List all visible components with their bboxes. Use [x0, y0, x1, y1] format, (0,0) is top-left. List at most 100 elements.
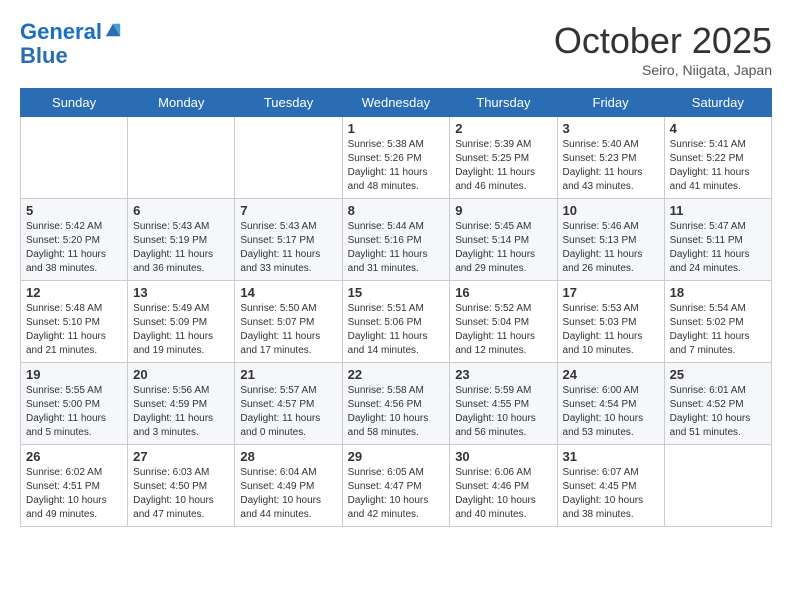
calendar-cell	[664, 445, 771, 527]
day-number: 23	[455, 367, 551, 382]
day-info: Sunrise: 5:38 AM Sunset: 5:26 PM Dayligh…	[348, 138, 445, 194]
calendar-cell: 17Sunrise: 5:53 AM Sunset: 5:03 PM Dayli…	[557, 281, 664, 363]
day-info: Sunrise: 5:55 AM Sunset: 5:00 PM Dayligh…	[26, 384, 122, 440]
calendar-cell: 29 Sunrise: 6:05 AM Sunset: 4:47 PM Dayli…	[342, 445, 450, 527]
day-info: Sunrise: 5:59 AM Sunset: 4:55 PM Dayligh…	[455, 384, 551, 440]
day-number: 25	[670, 367, 766, 382]
day-number: 13	[133, 285, 229, 300]
calendar-cell: 3 Sunrise: 5:40 AM Sunset: 5:23 PM Daylig…	[557, 117, 664, 199]
calendar-cell: 27Sunrise: 6:03 AM Sunset: 4:50 PM Dayli…	[128, 445, 235, 527]
calendar-cell: 16 Sunrise: 5:52 AM Sunset: 5:04 PM Dayli…	[450, 281, 557, 363]
calendar-cell: 28Sunrise: 6:04 AM Sunset: 4:49 PM Dayli…	[235, 445, 342, 527]
weekday-header-saturday: Saturday	[664, 89, 771, 117]
logo: General Blue	[20, 20, 122, 68]
day-info: Sunrise: 5:46 AM Sunset: 5:13 PM Dayligh…	[563, 220, 659, 276]
weekday-header-thursday: Thursday	[450, 89, 557, 117]
day-info: Sunrise: 5:42 AM Sunset: 5:20 PM Dayligh…	[26, 220, 122, 276]
calendar-cell: 13 Sunrise: 5:49 AM Sunset: 5:09 PM Dayli…	[128, 281, 235, 363]
calendar-cell: 23 Sunrise: 5:59 AM Sunset: 4:55 PM Dayli…	[450, 363, 557, 445]
day-number: 11	[670, 203, 766, 218]
calendar-cell: 30 Sunrise: 6:06 AM Sunset: 4:46 PM Dayli…	[450, 445, 557, 527]
day-number: 28	[240, 449, 336, 464]
week-row-5: 26 Sunrise: 6:02 AM Sunset: 4:51 PM Dayli…	[21, 445, 772, 527]
location-subtitle: Seiro, Niigata, Japan	[554, 62, 772, 78]
day-info: Sunrise: 5:44 AM Sunset: 5:16 PM Dayligh…	[348, 220, 445, 276]
calendar-cell: 25 Sunrise: 6:01 AM Sunset: 4:52 PM Dayli…	[664, 363, 771, 445]
calendar-cell: 18 Sunrise: 5:54 AM Sunset: 5:02 PM Dayli…	[664, 281, 771, 363]
day-number: 24	[563, 367, 659, 382]
day-number: 16	[455, 285, 551, 300]
day-info: Sunrise: 6:01 AM Sunset: 4:52 PM Dayligh…	[670, 384, 766, 440]
day-info: Sunrise: 5:45 AM Sunset: 5:14 PM Dayligh…	[455, 220, 551, 276]
title-block: October 2025 Seiro, Niigata, Japan	[554, 20, 772, 78]
day-info: Sunrise: 5:39 AM Sunset: 5:25 PM Dayligh…	[455, 138, 551, 194]
logo-blue: Blue	[20, 44, 68, 68]
month-title: October 2025	[554, 20, 772, 62]
calendar-cell: 8Sunrise: 5:44 AM Sunset: 5:16 PM Daylig…	[342, 199, 450, 281]
day-number: 4	[670, 121, 766, 136]
day-info: Sunrise: 6:03 AM Sunset: 4:50 PM Dayligh…	[133, 466, 229, 522]
calendar-cell: 11 Sunrise: 5:47 AM Sunset: 5:11 PM Dayli…	[664, 199, 771, 281]
day-info: Sunrise: 5:43 AM Sunset: 5:19 PM Dayligh…	[133, 220, 229, 276]
weekday-header-sunday: Sunday	[21, 89, 128, 117]
calendar-cell: 26 Sunrise: 6:02 AM Sunset: 4:51 PM Dayli…	[21, 445, 128, 527]
calendar-cell	[21, 117, 128, 199]
day-number: 30	[455, 449, 551, 464]
day-number: 31	[563, 449, 659, 464]
day-number: 22	[348, 367, 445, 382]
calendar-cell: 10 Sunrise: 5:46 AM Sunset: 5:13 PM Dayli…	[557, 199, 664, 281]
day-number: 10	[563, 203, 659, 218]
day-info: Sunrise: 6:02 AM Sunset: 4:51 PM Dayligh…	[26, 466, 122, 522]
day-number: 29	[348, 449, 445, 464]
day-number: 1	[348, 121, 445, 136]
day-info: Sunrise: 6:05 AM Sunset: 4:47 PM Dayligh…	[348, 466, 445, 522]
day-info: Sunrise: 5:54 AM Sunset: 5:02 PM Dayligh…	[670, 302, 766, 358]
day-number: 19	[26, 367, 122, 382]
day-info: Sunrise: 6:06 AM Sunset: 4:46 PM Dayligh…	[455, 466, 551, 522]
calendar-cell	[128, 117, 235, 199]
day-info: Sunrise: 5:49 AM Sunset: 5:09 PM Dayligh…	[133, 302, 229, 358]
day-info: Sunrise: 6:00 AM Sunset: 4:54 PM Dayligh…	[563, 384, 659, 440]
calendar-cell: 19 Sunrise: 5:55 AM Sunset: 5:00 PM Dayli…	[21, 363, 128, 445]
day-info: Sunrise: 5:47 AM Sunset: 5:11 PM Dayligh…	[670, 220, 766, 276]
week-row-3: 12Sunrise: 5:48 AM Sunset: 5:10 PM Dayli…	[21, 281, 772, 363]
day-number: 18	[670, 285, 766, 300]
calendar-cell: 21Sunrise: 5:57 AM Sunset: 4:57 PM Dayli…	[235, 363, 342, 445]
day-number: 7	[240, 203, 336, 218]
week-row-1: 1 Sunrise: 5:38 AM Sunset: 5:26 PM Daylig…	[21, 117, 772, 199]
day-number: 26	[26, 449, 122, 464]
day-number: 3	[563, 121, 659, 136]
calendar-cell: 4Sunrise: 5:41 AM Sunset: 5:22 PM Daylig…	[664, 117, 771, 199]
logo-text: General	[20, 20, 102, 44]
calendar-cell: 7Sunrise: 5:43 AM Sunset: 5:17 PM Daylig…	[235, 199, 342, 281]
weekday-header-friday: Friday	[557, 89, 664, 117]
calendar-cell: 9Sunrise: 5:45 AM Sunset: 5:14 PM Daylig…	[450, 199, 557, 281]
day-info: Sunrise: 5:40 AM Sunset: 5:23 PM Dayligh…	[563, 138, 659, 194]
day-info: Sunrise: 5:51 AM Sunset: 5:06 PM Dayligh…	[348, 302, 445, 358]
day-info: Sunrise: 5:58 AM Sunset: 4:56 PM Dayligh…	[348, 384, 445, 440]
calendar-cell: 5Sunrise: 5:42 AM Sunset: 5:20 PM Daylig…	[21, 199, 128, 281]
day-number: 21	[240, 367, 336, 382]
day-info: Sunrise: 5:53 AM Sunset: 5:03 PM Dayligh…	[563, 302, 659, 358]
day-info: Sunrise: 5:56 AM Sunset: 4:59 PM Dayligh…	[133, 384, 229, 440]
weekday-header-row: SundayMondayTuesdayWednesdayThursdayFrid…	[21, 89, 772, 117]
week-row-2: 5Sunrise: 5:42 AM Sunset: 5:20 PM Daylig…	[21, 199, 772, 281]
calendar-cell: 6 Sunrise: 5:43 AM Sunset: 5:19 PM Daylig…	[128, 199, 235, 281]
day-info: Sunrise: 5:52 AM Sunset: 5:04 PM Dayligh…	[455, 302, 551, 358]
day-number: 2	[455, 121, 551, 136]
day-number: 15	[348, 285, 445, 300]
day-number: 6	[133, 203, 229, 218]
calendar-cell	[235, 117, 342, 199]
calendar-cell: 12Sunrise: 5:48 AM Sunset: 5:10 PM Dayli…	[21, 281, 128, 363]
day-info: Sunrise: 5:48 AM Sunset: 5:10 PM Dayligh…	[26, 302, 122, 358]
weekday-header-wednesday: Wednesday	[342, 89, 450, 117]
calendar-cell: 31Sunrise: 6:07 AM Sunset: 4:45 PM Dayli…	[557, 445, 664, 527]
calendar-cell: 14Sunrise: 5:50 AM Sunset: 5:07 PM Dayli…	[235, 281, 342, 363]
weekday-header-tuesday: Tuesday	[235, 89, 342, 117]
calendar-table: SundayMondayTuesdayWednesdayThursdayFrid…	[20, 88, 772, 527]
logo-icon	[104, 21, 122, 39]
calendar-cell: 22 Sunrise: 5:58 AM Sunset: 4:56 PM Dayli…	[342, 363, 450, 445]
calendar-cell: 1 Sunrise: 5:38 AM Sunset: 5:26 PM Daylig…	[342, 117, 450, 199]
day-number: 20	[133, 367, 229, 382]
page-header: General Blue October 2025 Seiro, Niigata…	[20, 20, 772, 78]
